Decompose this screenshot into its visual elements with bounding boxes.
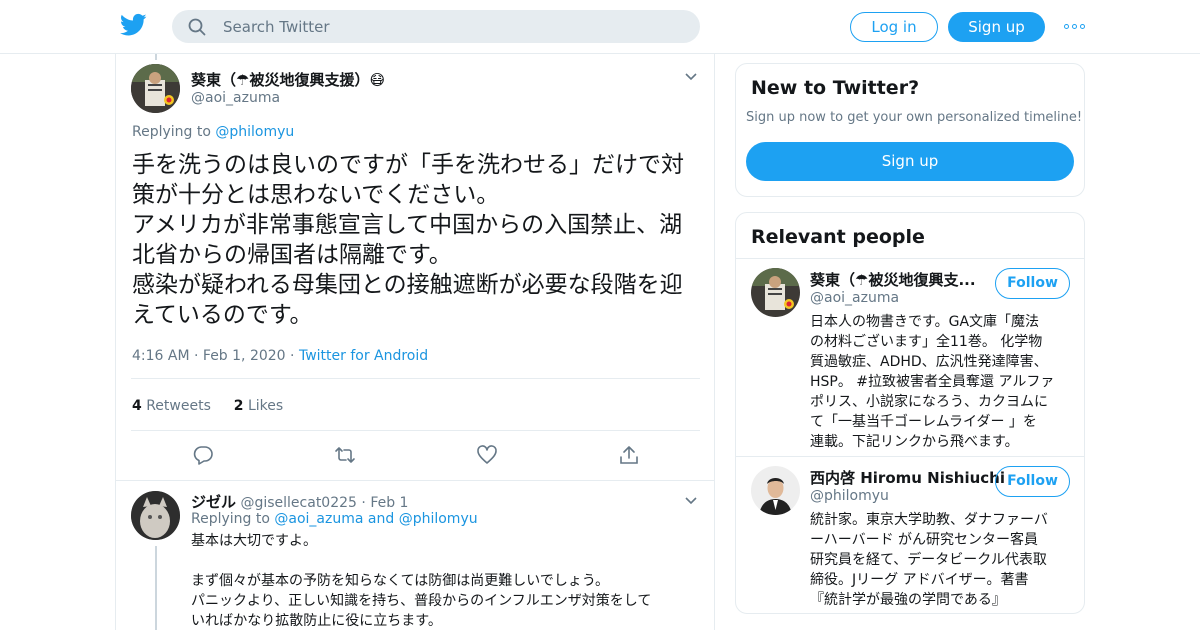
divider [131,430,700,431]
avatar[interactable] [131,491,180,540]
avatar-photo-icon [751,268,800,317]
card-title: Relevant people [751,226,925,248]
new-to-twitter-card: New to Twitter? Sign up now to get your … [735,63,1085,197]
signup-button[interactable]: Sign up [948,12,1045,42]
person-handle[interactable]: @philomyu [810,488,889,504]
person-handle[interactable]: @aoi_azuma [810,290,899,306]
avatar-cat-photo-icon [131,491,180,540]
divider [131,378,700,379]
divider [736,456,1084,457]
signup-button[interactable]: Sign up [746,142,1074,181]
divider [116,480,714,481]
retweet-icon[interactable] [334,444,356,466]
reply-author-name[interactable]: ジゼル [191,493,236,511]
tweet-meta: 4:16 AM · Feb 1, 2020 · Twitter for Andr… [132,348,429,364]
person-bio: 日本人の物書きです。GA文庫「魔法 の材料ございます」全11巻。 化学物 質過敏… [810,314,1055,450]
author-name[interactable]: 葵東（☂被災地復興支援）😷 [191,69,385,90]
person-name[interactable]: 葵東（☂被災地復興支... [810,269,976,290]
replying-to-link[interactable]: @aoi_azuma [274,511,363,527]
chevron-down-icon[interactable] [685,73,697,81]
tweet-text: 手を洗うのは良いのですが「手を洗わせる」だけで対 策が十分とは思わないでください… [132,152,684,328]
more-options-icon[interactable] [1064,19,1086,33]
top-bar: Search Twitter Log in Sign up [0,0,1200,54]
reply-header: ジゼル @gisellecat0225 · Feb 1 [191,493,409,511]
thread-line [155,546,157,630]
twitter-bird-icon[interactable] [120,13,147,37]
search-placeholder: Search Twitter [223,18,330,36]
reply-author-handle[interactable]: @gisellecat0225 [240,495,356,511]
retweets-stat[interactable]: 4 Retweets [132,398,211,414]
tweet-time[interactable]: 4:16 AM [132,348,190,364]
likes-stat[interactable]: 2 Likes [234,398,283,414]
reply-text: 基本は大切ですよ。 まず個々が基本の予防を知らなくては防御は尚更難しいでしょう。… [191,533,652,629]
divider [736,258,1084,259]
avatar-portrait-icon [751,466,800,515]
login-button[interactable]: Log in [850,12,938,42]
card-title: New to Twitter? [751,77,920,99]
relevant-people-card: Relevant people 葵東（☂被災地復興支... @aoi_azuma… [735,212,1085,614]
like-icon[interactable] [476,444,498,466]
reply-icon[interactable] [192,444,214,466]
replying-to-link[interactable]: @philomyu [399,511,478,527]
avatar[interactable] [751,268,800,317]
search-icon [188,18,206,36]
tweet-actions [116,444,716,468]
search-input[interactable]: Search Twitter [172,10,700,43]
thread-line [155,54,157,60]
reply-replying-to: Replying to @aoi_azuma and @philomyu [191,511,478,527]
tweet-source[interactable]: Twitter for Android [299,348,428,364]
person-name[interactable]: 西内啓 Hiromu Nishiuchi [810,467,1005,488]
avatar-photo-icon [131,64,180,113]
author-handle[interactable]: @aoi_azuma [191,90,280,106]
person-bio: 統計家。東京大学助教、ダナファーバ ーハーバード がん研究センター客員 研究員を… [810,512,1048,608]
main-timeline: 葵東（☂被災地復興支援）😷 @aoi_azuma Replying to @ph… [115,54,715,630]
replying-to: Replying to @philomyu [132,124,295,140]
avatar[interactable] [751,466,800,515]
follow-button[interactable]: Follow [995,268,1070,299]
chevron-down-icon[interactable] [685,497,697,505]
follow-button[interactable]: Follow [995,466,1070,497]
tweet-date[interactable]: Feb 1, 2020 [203,348,286,364]
tweet-stats: 4 Retweets 2 Likes [132,398,283,414]
share-icon[interactable] [618,444,640,466]
avatar[interactable] [131,64,180,113]
reply-date[interactable]: Feb 1 [370,495,408,511]
card-subtitle: Sign up now to get your own personalized… [746,110,1083,125]
replying-to-link[interactable]: @philomyu [215,124,294,140]
